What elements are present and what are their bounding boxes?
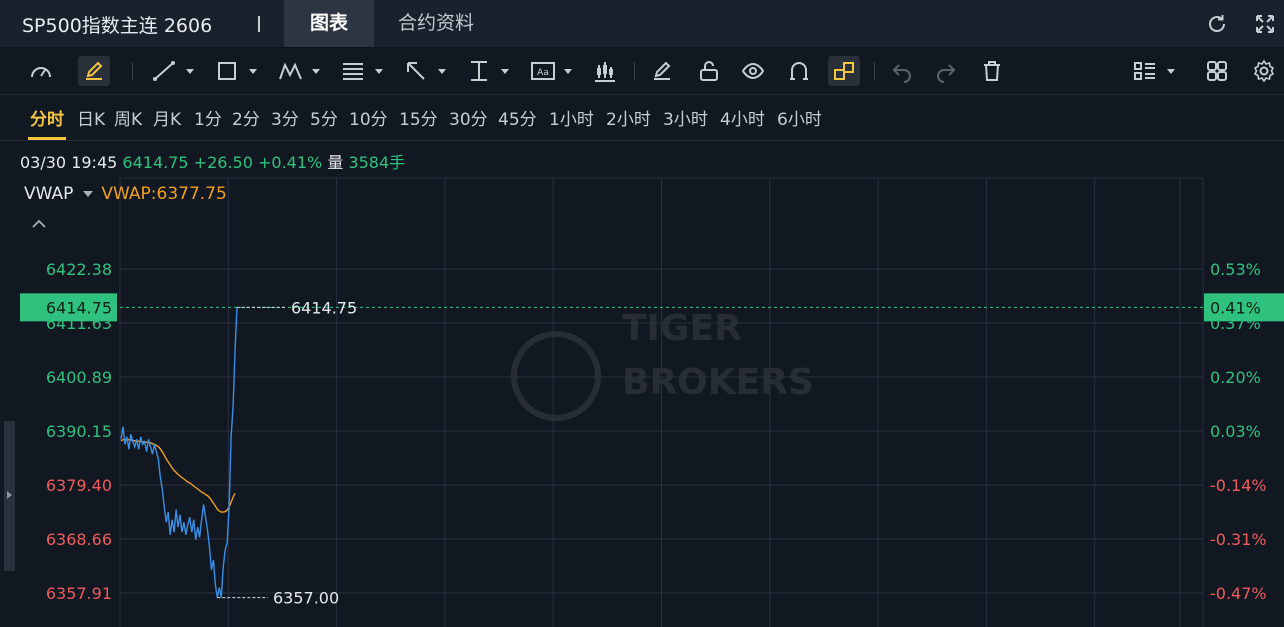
top-bar: SP500指数主连 2606 图表 合约资料: [0, 0, 1284, 48]
y-tick-label-right: 0.03%: [1210, 422, 1261, 441]
layout-list-tool[interactable]: [1133, 56, 1181, 86]
tab-contract-info[interactable]: 合约资料: [398, 0, 474, 47]
rect-tool[interactable]: [215, 56, 261, 86]
current-price-annotation: 6414.75: [291, 298, 357, 317]
vertical-measure-tool[interactable]: [467, 56, 513, 86]
y-tick-label-left: 6379.40: [46, 476, 112, 495]
magnet-icon: [790, 62, 808, 80]
gauge-icon: [31, 67, 51, 78]
link-icon: [834, 62, 854, 80]
indicator-name[interactable]: VWAP: [24, 184, 73, 204]
period-tab-4h[interactable]: 4小时: [720, 105, 765, 130]
watermark-line2: BROKERS: [622, 362, 814, 403]
period-tab-15m[interactable]: 15分: [399, 105, 438, 130]
y-tick-label-left: 6390.15: [46, 422, 112, 441]
low-price-annotation: 6357.00: [273, 589, 339, 608]
indicator-value: VWAP:6377.75: [101, 184, 227, 204]
wave-tool[interactable]: [278, 56, 324, 86]
undo-tool[interactable]: [890, 56, 916, 86]
drawing-toolbar: Aa: [0, 48, 1284, 95]
period-tabs: 分时 日K 周K 月K 1分 2分 3分 5分 10分 15分 30分 45分 …: [0, 95, 1284, 141]
eye-tool[interactable]: [741, 56, 767, 86]
text-tool[interactable]: Aa: [530, 56, 576, 86]
period-tab-3m[interactable]: 3分: [271, 105, 299, 130]
undo-icon: [892, 64, 911, 83]
candle-tool[interactable]: [593, 56, 619, 86]
rect-icon: [218, 62, 257, 80]
arrow-icon: [407, 62, 446, 80]
pen-tool[interactable]: [78, 56, 110, 86]
refresh-icon[interactable]: [1205, 12, 1229, 36]
grid-icon: [1207, 61, 1227, 81]
line-icon: [153, 61, 194, 81]
tab-chart[interactable]: 图表: [284, 0, 374, 47]
left-panel-handle[interactable]: [4, 421, 15, 571]
settings-tool[interactable]: [1252, 56, 1278, 86]
y-tick-label-right: 0.53%: [1210, 260, 1261, 279]
price-series-line: [120, 307, 238, 598]
fib-tool[interactable]: [341, 56, 387, 86]
wave-icon: [279, 62, 320, 80]
trash-icon: [984, 61, 1000, 81]
instrument-title: SP500指数主连 2606: [22, 15, 213, 37]
y-tick-label-right: -0.14%: [1210, 476, 1267, 495]
y-tick-label-left: 6422.38: [46, 260, 112, 279]
period-tab-month[interactable]: 月K: [153, 105, 181, 130]
line-tool[interactable]: [152, 56, 198, 86]
y-tick-label-right: 0.20%: [1210, 368, 1261, 387]
current-pct-tag-label: 0.41%: [1210, 298, 1261, 317]
collapse-chevron-up-icon[interactable]: [31, 218, 47, 230]
period-tab-2m[interactable]: 2分: [232, 105, 260, 130]
redo-icon: [937, 64, 956, 83]
lock-tool[interactable]: [697, 56, 723, 86]
intraday-chart[interactable]: TIGERBROKERS6422.38 0.53%6411.63 0.37%6400…: [0, 140, 1284, 627]
period-tab-1m[interactable]: 1分: [194, 105, 222, 130]
y-tick-label-left: 6357.91: [46, 584, 112, 603]
y-tick-label-right: -0.47%: [1210, 584, 1267, 603]
magnet-tool[interactable]: [787, 56, 813, 86]
period-tab-week[interactable]: 周K: [114, 105, 142, 130]
period-tab-5m[interactable]: 5分: [310, 105, 338, 130]
title-separator: [258, 16, 260, 32]
period-tab-30m[interactable]: 30分: [449, 105, 488, 130]
period-tab-1h[interactable]: 1小时: [549, 105, 594, 130]
pen-icon: [86, 61, 103, 80]
vertical-measure-icon: [471, 61, 509, 81]
period-tab-day[interactable]: 日K: [77, 105, 105, 130]
eraser-tool[interactable]: [650, 56, 676, 86]
gauge-tool[interactable]: [28, 56, 56, 86]
fib-icon: [343, 63, 383, 80]
period-tab-intraday[interactable]: 分时: [30, 105, 64, 130]
candle-icon: [595, 62, 615, 82]
watermark: TIGER BROKERS: [511, 308, 814, 421]
indicator-dropdown-icon[interactable]: [83, 191, 94, 197]
period-tab-6h[interactable]: 6小时: [777, 105, 822, 130]
grid-tool[interactable]: [1205, 56, 1231, 86]
y-tick-label-left: 6400.89: [46, 368, 112, 387]
eraser-pen-icon: [654, 61, 671, 80]
period-tab-2h[interactable]: 2小时: [606, 105, 651, 130]
link-tool[interactable]: [828, 56, 860, 86]
trash-tool[interactable]: [980, 56, 1006, 86]
period-tab-10m[interactable]: 10分: [349, 105, 388, 130]
settings-icon: [1253, 59, 1275, 83]
current-price-tag-label: 6414.75: [46, 298, 112, 317]
text-icon: Aa: [531, 62, 572, 80]
period-tab-3h[interactable]: 3小时: [663, 105, 708, 130]
eye-icon: [741, 62, 765, 80]
watermark-line1: TIGER: [622, 308, 742, 349]
redo-tool[interactable]: [934, 56, 960, 86]
svg-text:Aa: Aa: [537, 68, 549, 78]
y-tick-label-left: 6368.66: [46, 530, 112, 549]
list-icon: [1134, 62, 1175, 80]
y-tick-label-right: -0.31%: [1210, 530, 1267, 549]
arrow-tool[interactable]: [404, 56, 450, 86]
indicator-row[interactable]: VWAP VWAP:6377.75: [24, 184, 227, 204]
lock-icon: [700, 61, 718, 81]
fullscreen-icon[interactable]: [1253, 12, 1277, 36]
period-tab-45m[interactable]: 45分: [498, 105, 537, 130]
vwap-series-line: [120, 438, 236, 513]
